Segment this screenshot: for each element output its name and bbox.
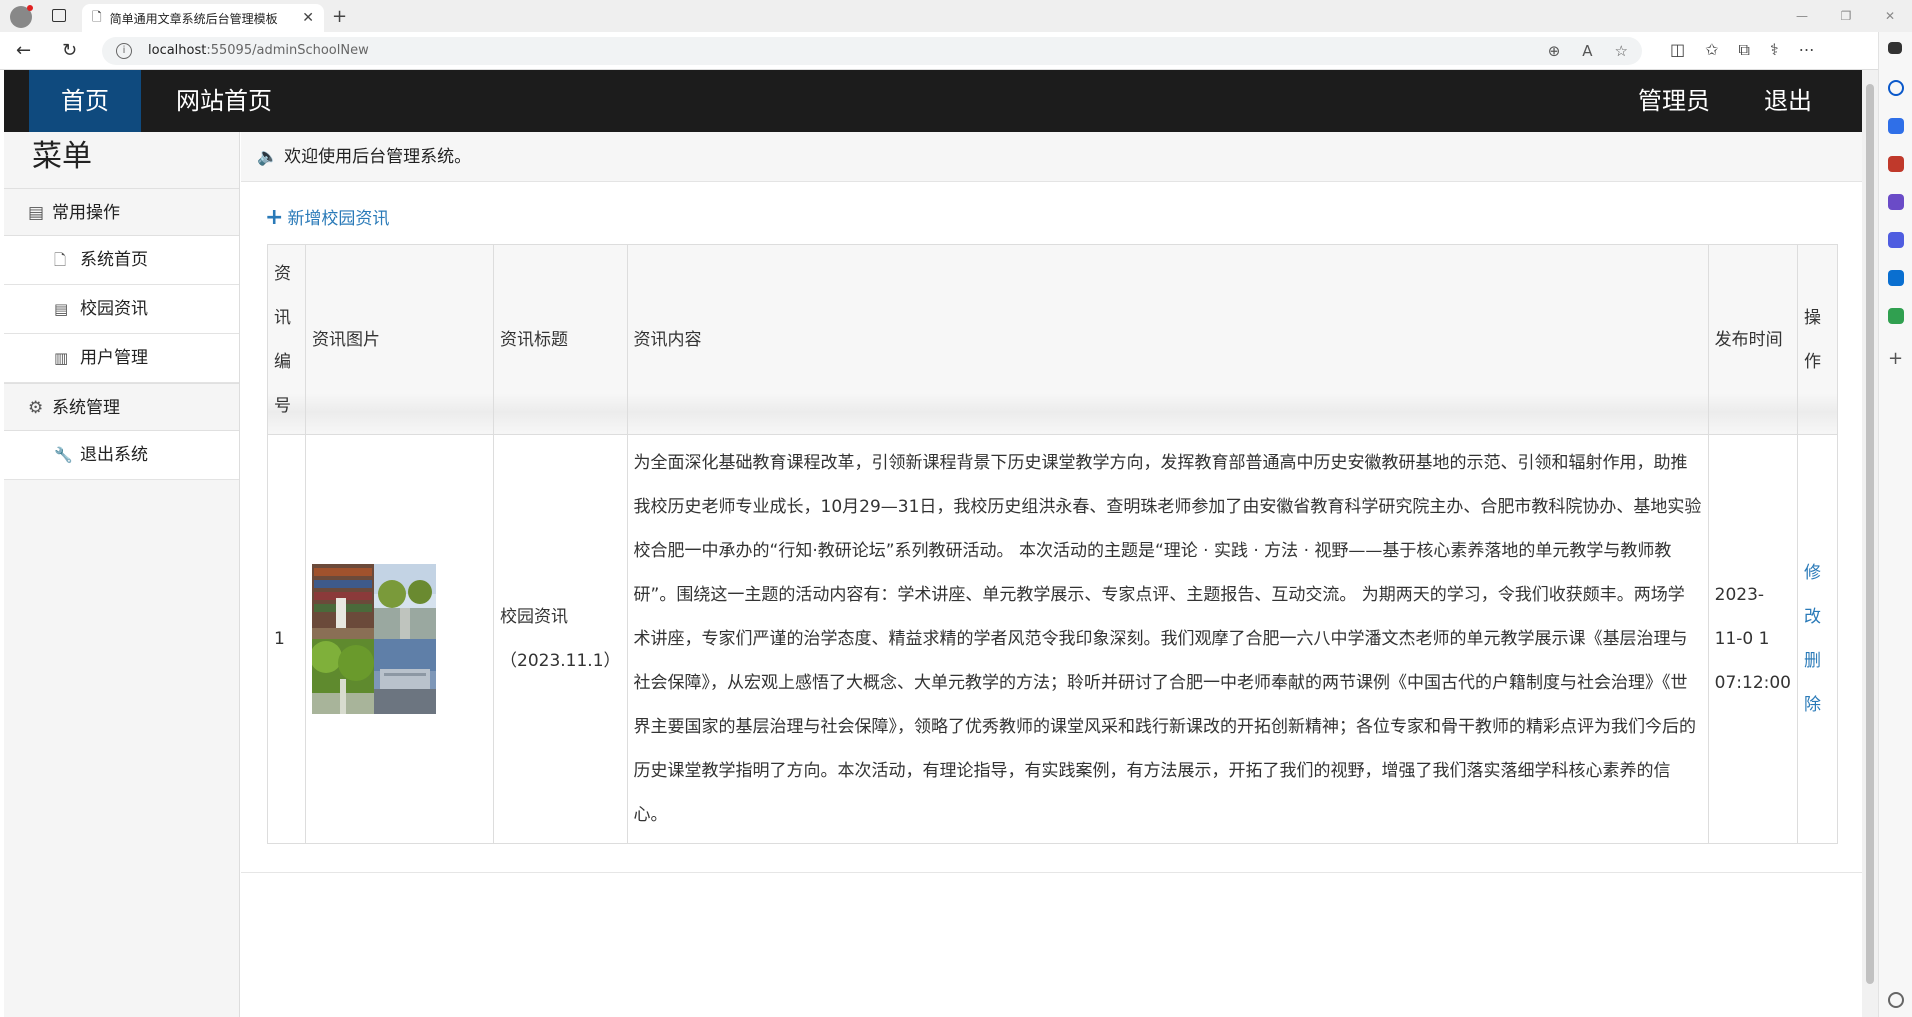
scrollbar-thumb[interactable] (1866, 84, 1874, 984)
drop-icon[interactable] (1888, 308, 1904, 324)
url-field[interactable]: i localhost:55095/adminSchoolNew ⊕ A ☆ (102, 37, 1642, 65)
wrench-icon: 🔧 (54, 446, 73, 464)
browser-tabstrip: 🗋 简单通用文章系统后台管理模板 ✕ + — ❐ ✕ (0, 0, 1912, 32)
sidebar-item-label: 校园资讯 (80, 299, 148, 319)
edit-link[interactable]: 修改 (1804, 551, 1831, 639)
col-header-id: 资讯编号 (267, 244, 306, 435)
workspaces-icon[interactable] (52, 9, 66, 22)
shopping-tag-icon[interactable] (1888, 118, 1904, 134)
url-path: :55095/adminSchoolNew (206, 43, 369, 58)
books-icon: ▥ (54, 349, 69, 367)
sidebar-item-campus-news[interactable]: ▤ 校园资讯 (4, 285, 239, 334)
browser-tab-active[interactable]: 🗋 简单通用文章系统后台管理模板 ✕ (82, 4, 324, 32)
cell-id: 1 (267, 434, 306, 844)
sidebar-item-label: 退出系统 (80, 445, 148, 465)
tab-title: 简单通用文章系统后台管理模板 (109, 11, 278, 26)
read-aloud-icon[interactable]: A (1582, 37, 1592, 65)
sidebar-menu: 菜单 ▤ 常用操作 🗋 系统首页 ▤ 校园资讯 ▥ 用户管理 ⚙ 系统管理 🔧 退出系统 (4, 132, 240, 1017)
thumb-building-image (374, 639, 436, 714)
top-navbar: 首页 网站首页 管理员 退出 (4, 70, 1862, 132)
page-scrollbar[interactable] (1862, 70, 1878, 1017)
restore-icon[interactable]: ❐ (1824, 0, 1868, 32)
cell-title: 校园资讯（2023.11.1） (493, 434, 628, 844)
gear-icon: ⚙ (28, 398, 44, 418)
sidebar-toggle-icon[interactable] (1888, 42, 1902, 54)
close-tab-icon[interactable]: ✕ (302, 10, 314, 26)
edge-sidebar: + (1878, 32, 1912, 1017)
menu-title: 菜单 (32, 139, 92, 174)
close-window-icon[interactable]: ✕ (1868, 0, 1912, 32)
thumb-library-image (312, 564, 374, 639)
site-info-icon[interactable]: i (116, 43, 132, 59)
table-header-row: 资讯编号 资讯图片 资讯标题 资讯内容 发布时间 操作 (267, 244, 1838, 435)
welcome-text: 欢迎使用后台管理系统。 (284, 147, 472, 167)
file-icon: 🗋 (54, 251, 67, 269)
page-icon: 🗋 (92, 9, 102, 24)
favorite-star-icon[interactable]: ☆ (1615, 37, 1628, 65)
url-host: localhost (148, 43, 207, 58)
col-header-title: 资讯标题 (493, 244, 628, 435)
nav-logout[interactable]: 退出 (1734, 70, 1842, 132)
menu-group-common[interactable]: ▤ 常用操作 (4, 188, 239, 236)
back-icon[interactable]: ← (16, 40, 31, 61)
extensions-icon[interactable]: ⚕ (1770, 40, 1779, 60)
zoom-icon[interactable]: ⊕ (1548, 37, 1561, 65)
add-sidebar-app-icon[interactable]: + (1888, 350, 1904, 368)
admin-app: 首页 网站首页 管理员 退出 菜单 ▤ 常用操作 🗋 系统首页 ▤ 校园资讯 ▥ 用户管… (4, 70, 1862, 1017)
content-divider (241, 872, 1862, 873)
thumb-trees-image (312, 639, 374, 714)
menu-group-label: 系统管理 (52, 398, 120, 418)
cell-date: 2023-11-0 1 07:12:00 (1707, 434, 1799, 844)
address-bar: ← ↻ i localhost:55095/adminSchoolNew ⊕ A… (0, 32, 1912, 70)
nav-home[interactable]: 首页 (29, 70, 141, 132)
new-tab-icon[interactable]: + (332, 6, 347, 27)
col-header-date: 发布时间 (1707, 244, 1799, 435)
settings-gear-icon[interactable] (1888, 992, 1904, 1008)
office-icon[interactable] (1888, 232, 1904, 248)
add-news-link[interactable]: + 新增校园资讯 (265, 204, 389, 230)
sidebar-item-user-management[interactable]: ▥ 用户管理 (4, 334, 239, 383)
sidebar-item-label: 用户管理 (80, 348, 148, 368)
list-icon: ▤ (54, 300, 69, 318)
add-news-label: 新增校园资讯 (287, 209, 390, 229)
col-header-actions: 操作 (1797, 244, 1838, 435)
split-screen-icon[interactable]: ◫ (1670, 40, 1685, 60)
plus-icon: + (265, 205, 284, 230)
favorites-icon[interactable]: ✩ (1705, 40, 1718, 60)
collections-icon[interactable]: ⧉ (1739, 40, 1750, 60)
news-image-collage (312, 564, 487, 714)
nav-site-home[interactable]: 网站首页 (146, 70, 302, 132)
thumb-campus-street-image (374, 564, 436, 639)
games-icon[interactable] (1888, 194, 1904, 210)
tools-briefcase-icon[interactable] (1888, 156, 1904, 172)
book-icon: ▤ (28, 203, 45, 223)
notification-dot (27, 5, 33, 11)
speaker-icon: 🔈 (257, 147, 279, 167)
sidebar-item-exit-system[interactable]: 🔧 退出系统 (4, 431, 239, 480)
cell-image (305, 434, 494, 844)
nav-admin[interactable]: 管理员 (1608, 70, 1740, 132)
minimize-icon[interactable]: — (1780, 0, 1824, 32)
window-controls: — ❐ ✕ (1780, 0, 1912, 32)
sidebar-item-label: 系统首页 (80, 250, 148, 270)
col-header-image: 资讯图片 (305, 244, 494, 435)
welcome-bar: 🔈 欢迎使用后台管理系统。 (241, 132, 1862, 182)
delete-link[interactable]: 删除 (1804, 639, 1831, 727)
search-icon[interactable] (1888, 80, 1904, 96)
outlook-icon[interactable] (1888, 270, 1904, 286)
news-table: 资讯编号 资讯图片 资讯标题 资讯内容 发布时间 操作 1 校园资讯（2023.… (267, 244, 1838, 844)
sidebar-item-system-home[interactable]: 🗋 系统首页 (4, 236, 239, 285)
cell-actions: 修改 删除 (1797, 434, 1838, 844)
table-row: 1 校园资讯（2023.11.1） 为全面深化基础教育课程改革，引领新课程背景下… (267, 434, 1838, 844)
col-header-content: 资讯内容 (626, 244, 1709, 435)
main-content: 🔈 欢迎使用后台管理系统。 + 新增校园资讯 资讯编号 资讯图片 资讯标题 资讯内容… (241, 132, 1862, 1017)
refresh-icon[interactable]: ↻ (62, 40, 77, 61)
more-menu-icon[interactable]: ⋯ (1799, 40, 1815, 60)
menu-group-label: 常用操作 (52, 203, 120, 223)
cell-content: 为全面深化基础教育课程改革，引领新课程背景下历史课堂教学方向，发挥教育部普通高中… (626, 434, 1709, 844)
menu-group-system[interactable]: ⚙ 系统管理 (4, 383, 239, 431)
